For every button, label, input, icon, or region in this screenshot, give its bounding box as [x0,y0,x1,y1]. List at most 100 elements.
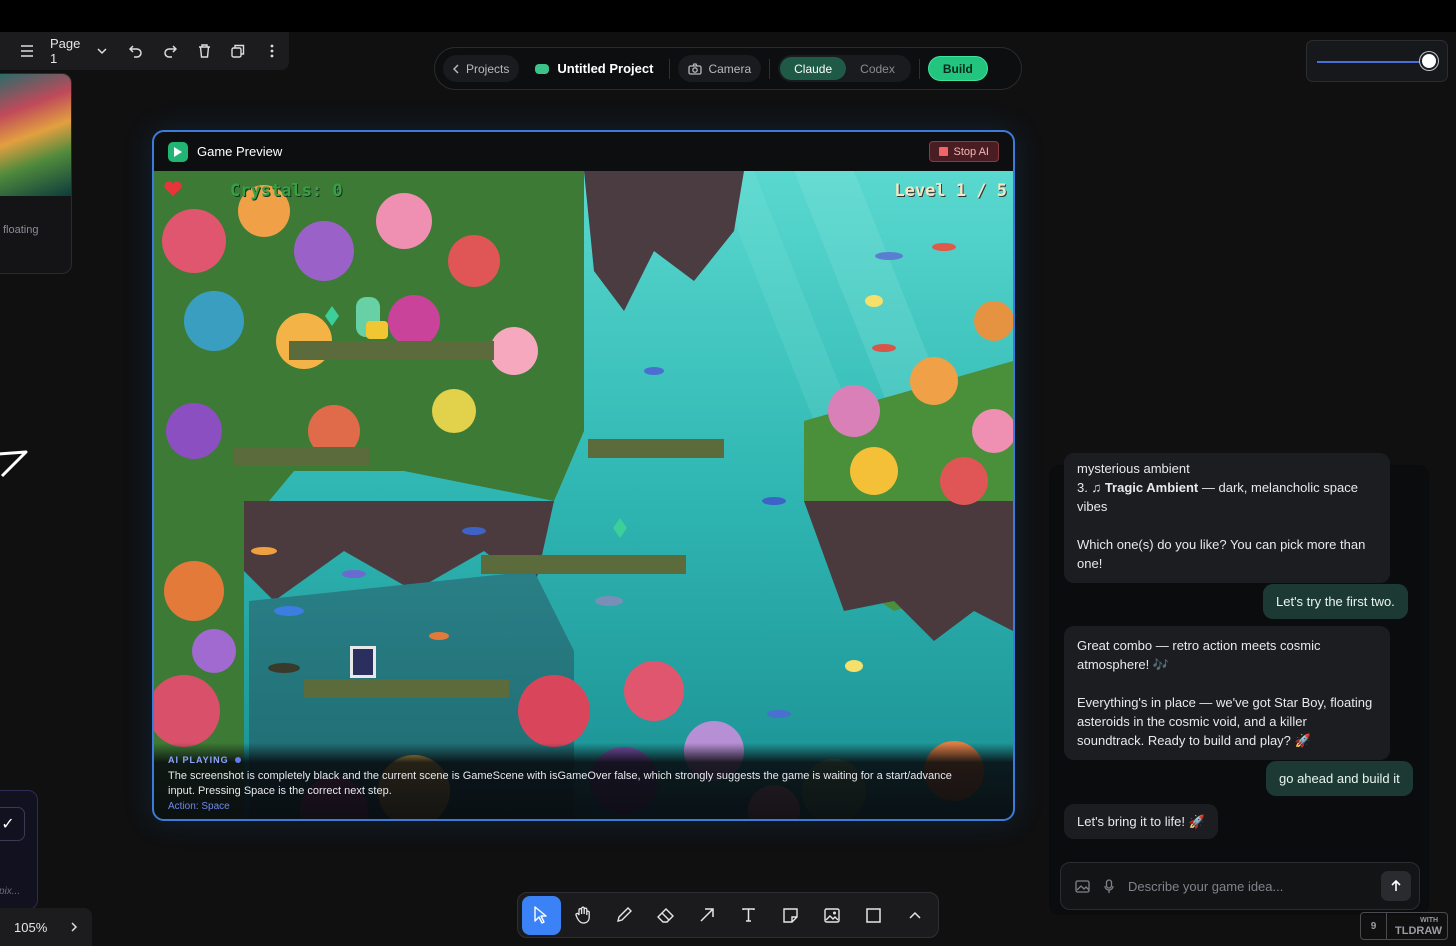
projects-button[interactable]: Projects [443,55,520,82]
draw-tool[interactable] [605,896,644,935]
list-number: 3. ♫ [1077,480,1105,495]
projects-label: Projects [466,61,510,76]
slider-panel [1306,40,1448,82]
chevron-right-icon [71,922,78,932]
select-tool[interactable] [522,895,561,935]
arrow-tool[interactable] [688,896,727,935]
chat-panel: mysterious ambient 3. ♫ Tragic Ambient —… [1049,453,1429,915]
zoom-level: 105% [14,919,48,935]
camera-button[interactable]: Camera [678,55,762,82]
game-scene [154,171,1013,819]
gamepad-icon [535,63,550,74]
play-icon [168,141,188,162]
stop-ai-button[interactable]: Stop AI [928,141,999,162]
chevron-left-icon [453,63,459,74]
divider [918,58,920,79]
drawing-toolbar [517,892,939,938]
preview-header: Game Preview [154,132,1013,171]
camera-label: Camera [708,61,752,76]
model-toggle: Claude Codex [778,55,911,82]
message-text: Great combo — retro action meets cosmic … [1077,638,1321,672]
message-text: mysterious ambient [1077,461,1190,476]
ai-status: AI PLAYING [168,755,999,765]
send-button[interactable] [1381,871,1411,901]
ai-status-label: AI PLAYING [168,755,229,765]
build-button[interactable]: Build [927,56,988,81]
chevron-down-icon [97,47,107,54]
card-hint-text: pix... [0,886,21,897]
checkmark-icon[interactable]: ✓ [0,807,25,841]
project-title[interactable]: Untitled Project [527,61,661,76]
platform [588,439,724,458]
sticky-note-icon [783,907,798,923]
note-tool[interactable] [771,896,810,935]
heart-icon [164,181,182,196]
level-indicator: Level 1 / 5 [894,181,1007,201]
pencil-icon [617,907,633,922]
camera-icon [688,62,703,75]
chat-message-user: go ahead and build it [1266,761,1413,796]
chat-message-ai: mysterious ambient 3. ♫ Tragic Ambient —… [1064,453,1390,583]
rectangle-icon [866,907,881,923]
image-icon [824,907,840,923]
slider-track[interactable] [1317,61,1429,63]
canvas-card-partial[interactable]: ✓ pix... [0,790,38,910]
undo-icon[interactable] [119,44,153,58]
redo-icon[interactable] [153,44,187,58]
tldraw-logo-icon: 9 [1361,913,1387,939]
made-with-tldraw-badge[interactable]: 9 WITH TLDRAW [1360,912,1448,940]
chat-composer: Describe your game idea... [1060,862,1420,910]
enemy-blob [366,321,388,339]
eraser-icon [657,907,675,923]
chat-message-user: Let's try the first two. [1263,584,1408,619]
arrow-up-icon [1391,880,1401,891]
text-icon [742,908,755,922]
crystal-counter: Crystals: 0 [230,181,343,201]
trash-icon[interactable] [187,44,221,58]
rectangle-tool[interactable] [854,896,893,935]
duplicate-icon[interactable] [221,44,255,58]
page-selector[interactable]: Page 1 [50,36,107,66]
preview-title: Game Preview [197,144,283,159]
arrow-diagonal-icon [700,908,714,922]
divider [669,58,671,79]
microphone-icon[interactable] [1104,878,1114,894]
zoom-control[interactable]: 105% [0,908,92,946]
page-menu-bar: Page 1 [0,32,289,70]
platform [289,341,494,360]
model-option-codex[interactable]: Codex [846,57,909,80]
image-icon[interactable] [1075,879,1090,893]
player-sprite-body [353,649,373,675]
stop-icon [938,147,948,156]
ai-reasoning-text: The screenshot is completely black and t… [168,770,952,797]
window-top-bar [0,0,1456,32]
model-option-claude[interactable]: Claude [780,57,847,80]
badge-name-text: TLDRAW [1395,925,1443,937]
hand-icon [575,906,590,924]
composer-input[interactable]: Describe your game idea... [1128,879,1283,894]
slider-thumb[interactable] [1420,52,1438,70]
platform [304,679,509,698]
ai-action-text: Action: Space [168,801,230,812]
text-tool[interactable] [730,896,769,935]
ai-playing-overlay: AI PLAYING The screenshot is completely … [154,743,1013,819]
chevron-up-icon [909,911,921,919]
cursor-icon [534,906,547,924]
divider [769,58,771,79]
hamburger-menu-icon[interactable] [10,45,44,57]
platform [481,555,686,574]
canvas-arrow-drawing[interactable] [0,440,36,480]
page-name-label: Page 1 [49,36,81,66]
more-vertical-icon[interactable] [255,44,289,58]
asset-tool[interactable] [813,896,852,935]
eraser-tool[interactable] [647,896,686,935]
hand-tool[interactable] [564,896,603,935]
project-thumbnail [0,74,71,196]
more-tools[interactable] [896,896,935,935]
project-card-partial[interactable]: floating [0,73,72,274]
game-canvas[interactable]: Crystals: 0 Level 1 / 5 AI PLAYING The s… [154,171,1013,819]
platform [234,447,369,466]
game-preview-window: Game Preview Stop AI Crystals: 0 Level 1… [152,130,1015,821]
status-dot-icon [234,757,241,763]
message-text: Which one(s) do you like? You can pick m… [1077,537,1366,571]
